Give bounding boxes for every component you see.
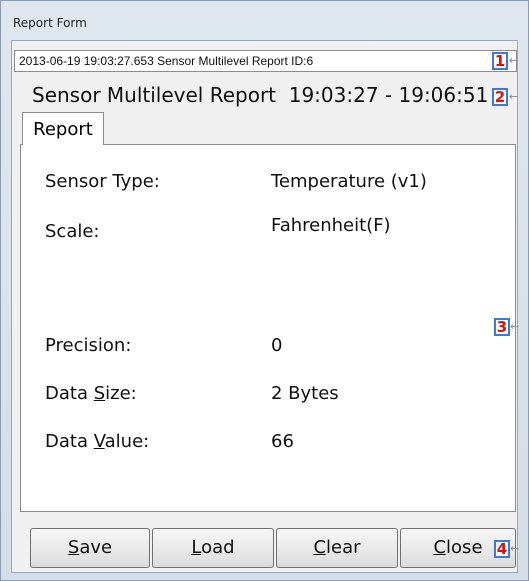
data-size-label-mnemonic: S xyxy=(93,383,106,404)
report-heading-time-range: 19:03:27 - 19:06:51 xyxy=(288,83,489,107)
callout-arrow-2-icon: ← xyxy=(509,90,519,103)
report-heading-title: Sensor Multilevel Report xyxy=(32,83,277,107)
data-size-label: Data Size: xyxy=(45,383,137,404)
precision-value: 0 xyxy=(271,335,283,356)
sensor-type-label: Sensor Type: xyxy=(45,171,160,192)
data-size-label-pre: Data xyxy=(45,383,94,404)
window-title: Report Form xyxy=(13,16,87,30)
report-heading: Sensor Multilevel Report 19:03:27 - 19:0… xyxy=(32,78,488,112)
report-selector-value: 2013-06-19 19:03:27.653 Sensor Multileve… xyxy=(19,54,314,68)
scale-value: Fahrenheit(F) xyxy=(271,215,391,236)
load-button[interactable]: Load xyxy=(152,528,274,568)
save-button-mnemonic: S xyxy=(67,537,80,558)
report-panel: Sensor Type: Temperature (v1) Scale: Fah… xyxy=(20,144,516,512)
button-bar: Save Load Clear Close xyxy=(20,528,516,570)
precision-label: Precision: xyxy=(45,335,132,356)
data-value-label-mnemonic: V xyxy=(93,431,105,452)
clear-button-label: lear xyxy=(326,537,361,558)
close-button-mnemonic: C xyxy=(433,537,447,558)
clear-button-mnemonic: C xyxy=(313,537,327,558)
callout-arrow-1-icon: ← xyxy=(509,54,519,67)
sensor-type-value: Temperature (v1) xyxy=(271,171,427,192)
data-value-label-post: alue: xyxy=(104,431,150,452)
data-value-label: Data Value: xyxy=(45,431,149,452)
scale-label: Scale: xyxy=(45,221,100,242)
callout-marker-2: 2 xyxy=(492,88,508,106)
data-size-label-post: ize: xyxy=(105,383,137,404)
save-button[interactable]: Save xyxy=(30,528,150,568)
clear-button[interactable]: Clear xyxy=(276,528,398,568)
load-button-label: oad xyxy=(201,537,235,558)
data-value-label-pre: Data xyxy=(45,431,94,452)
close-button-label: lose xyxy=(446,537,483,558)
callout-arrow-3-icon: ← xyxy=(510,320,520,333)
callout-marker-3: 3 xyxy=(494,318,510,336)
tab-report[interactable]: Report xyxy=(22,112,104,145)
data-size-value: 2 Bytes xyxy=(271,383,339,404)
save-button-label: ave xyxy=(79,537,113,558)
callout-marker-4: 4 xyxy=(494,540,510,558)
load-button-mnemonic: L xyxy=(191,537,202,558)
report-selector-dropdown[interactable]: 2013-06-19 19:03:27.653 Sensor Multileve… xyxy=(14,50,517,72)
callout-arrow-4-icon: ← xyxy=(510,542,520,555)
data-value-value: 66 xyxy=(271,431,294,452)
callout-marker-1: 1 xyxy=(492,52,508,70)
tab-report-label: Report xyxy=(33,119,93,140)
